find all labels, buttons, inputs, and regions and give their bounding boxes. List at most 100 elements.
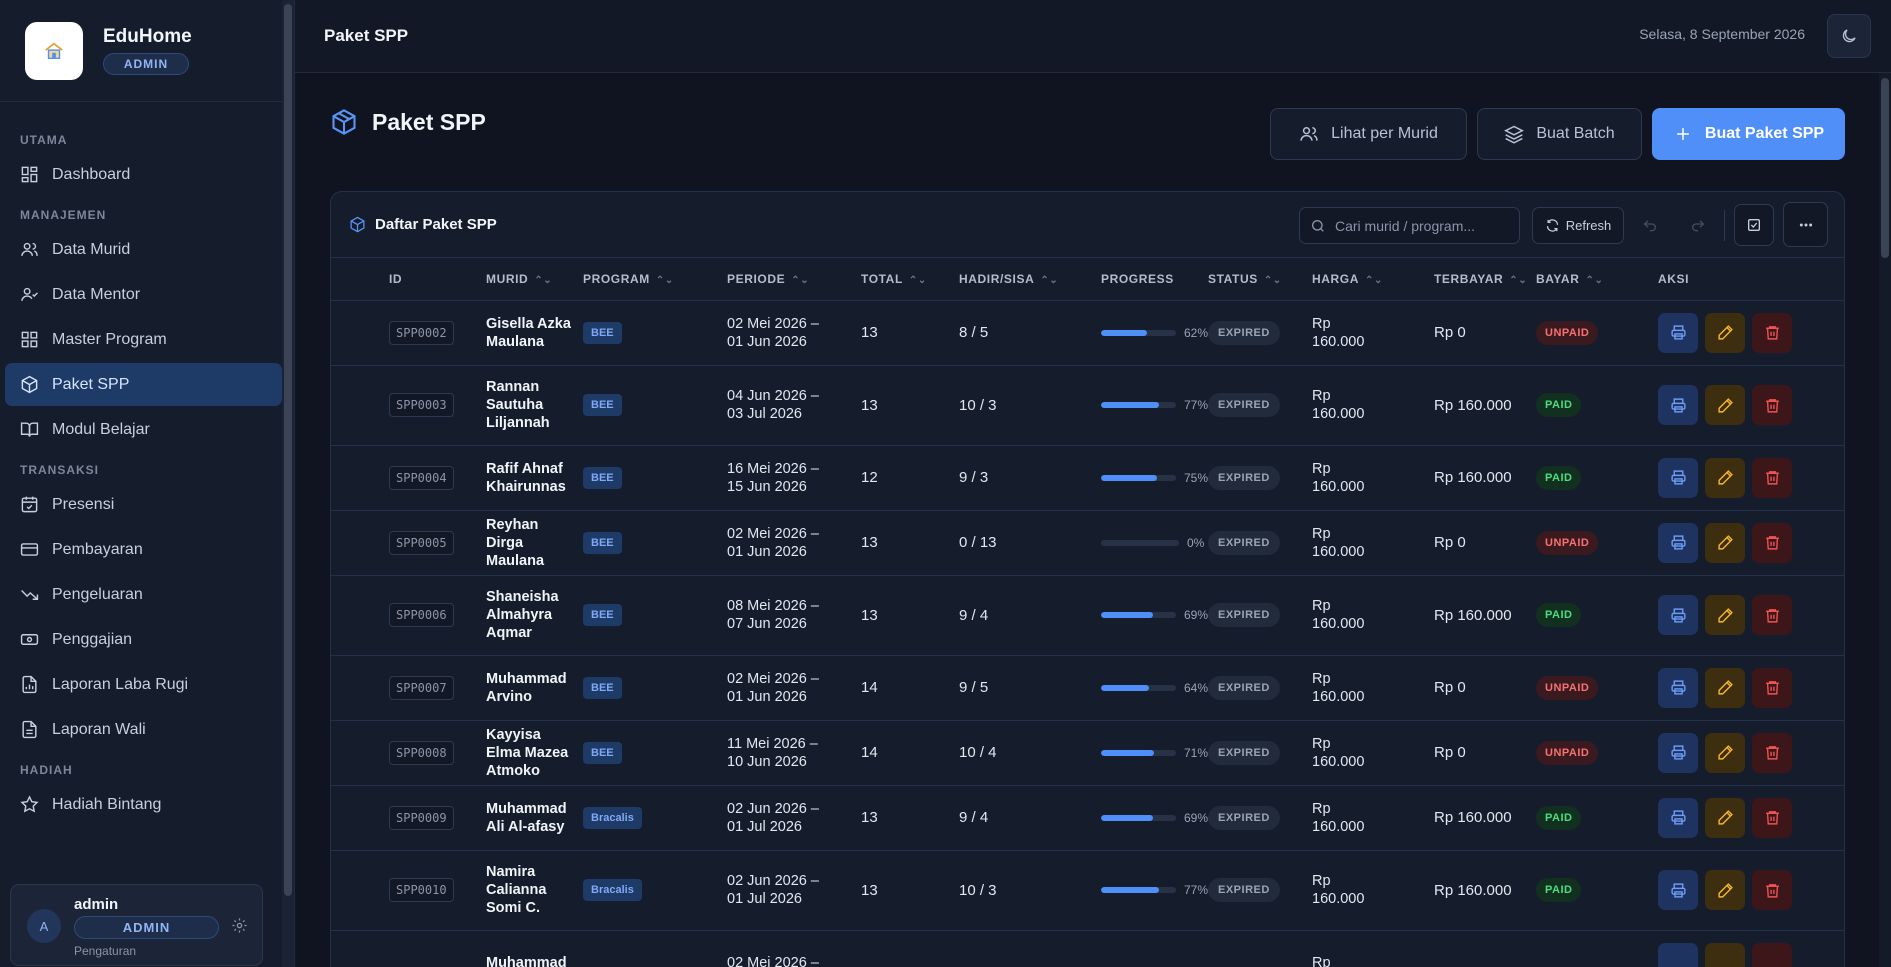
sidebar-item-dashboard[interactable]: Dashboard: [5, 153, 282, 196]
student-name[interactable]: Muhammad Arvino: [486, 655, 583, 721]
sidebar-item-data-mentor[interactable]: Data Mentor: [5, 273, 282, 316]
redo-button[interactable]: [1679, 207, 1717, 244]
settings-link[interactable]: Pengaturan: [74, 944, 136, 958]
undo-button[interactable]: [1631, 207, 1669, 244]
main-scroll-thumb[interactable]: [1881, 78, 1889, 258]
table-row[interactable]: SPP0004 Rafif Ahnaf Khairunnas BEE 16 Mei 2…: [331, 445, 1844, 511]
edit-button[interactable]: [1705, 595, 1745, 635]
table-row[interactable]: SPP0002 Gisella Azka Maulana BEE 02 Mei 202…: [331, 300, 1844, 366]
sidebar-item-pembayaran[interactable]: Pembayaran: [5, 528, 282, 571]
select-mode-button[interactable]: [1734, 204, 1774, 246]
student-name[interactable]: Kayyisa Elma Mazea Atmoko: [486, 720, 583, 786]
print-button[interactable]: [1658, 797, 1698, 838]
student-name[interactable]: Muhammad: [486, 930, 583, 967]
price-text: Rp 160.000: [1312, 598, 1365, 632]
delete-button[interactable]: [1752, 312, 1792, 353]
edit-button[interactable]: [1705, 870, 1745, 910]
print-button[interactable]: [1658, 667, 1698, 708]
sidebar-item-master-program[interactable]: Master Program: [5, 318, 282, 361]
column-header-terbayar[interactable]: TERBAYAR ⌃⌄: [1434, 258, 1536, 301]
sidebar-item-pengeluaran[interactable]: Pengeluaran: [5, 573, 282, 616]
sidebar-item-label: Laporan Wali: [52, 720, 146, 738]
table-row[interactable]: SPP0007 Muhammad Arvino BEE 02 Mei 2026 – 0…: [331, 655, 1844, 721]
column-header-hadir-sisa[interactable]: HADIR/SISA ⌃⌄: [959, 258, 1101, 301]
student-name[interactable]: Namira Calianna Somi C.: [486, 850, 583, 931]
printer-icon: [1670, 680, 1686, 695]
column-header-murid[interactable]: MURID ⌃⌄: [486, 258, 583, 301]
column-header-total[interactable]: TOTAL ⌃⌄: [861, 258, 959, 301]
gear-icon[interactable]: [231, 917, 248, 934]
printer-icon: [1670, 325, 1686, 340]
sidebar-item-penggajian[interactable]: Penggajian: [5, 618, 282, 661]
delete-button[interactable]: [1752, 797, 1792, 838]
student-name[interactable]: Rannan Sautuha Liljannah: [486, 365, 583, 446]
student-name[interactable]: Reyhan Dirga Maulana: [486, 510, 583, 576]
theme-toggle-button[interactable]: [1827, 14, 1871, 58]
edit-button[interactable]: [1705, 667, 1745, 708]
view-per-student-button[interactable]: Lihat per Murid: [1270, 108, 1467, 160]
table-row[interactable]: SPP0006 Shaneisha Almahyra Aqmar BEE 08 Mei…: [331, 575, 1844, 656]
column-header-label: AKSI: [1658, 271, 1690, 286]
delete-button[interactable]: [1752, 732, 1792, 773]
edit-button[interactable]: [1705, 797, 1745, 838]
table-row[interactable]: Muhammad 02 Mei 2026 – Rp: [331, 930, 1844, 967]
search-input[interactable]: [1335, 217, 1515, 234]
sidebar-item-laporan-laba-rugi[interactable]: Laporan Laba Rugi: [5, 663, 282, 706]
create-batch-button[interactable]: Buat Batch: [1477, 108, 1642, 160]
edit-button[interactable]: [1705, 457, 1745, 498]
delete-button[interactable]: [1752, 942, 1792, 967]
sidebar-item-label: Penggajian: [52, 630, 133, 648]
sidebar-item-laporan-wali[interactable]: Laporan Wali: [5, 708, 282, 751]
print-button[interactable]: [1658, 385, 1698, 425]
student-name[interactable]: Muhammad Ali Al-afasy: [486, 785, 583, 851]
table-row[interactable]: SPP0008 Kayyisa Elma Mazea Atmoko BEE 11 Me…: [331, 720, 1844, 786]
column-header-periode[interactable]: PERIODE ⌃⌄: [727, 258, 861, 301]
column-header-program[interactable]: PROGRAM ⌃⌄: [583, 258, 727, 301]
sidebar-item-paket-spp[interactable]: Paket SPP: [5, 363, 282, 406]
table-row[interactable]: SPP0003 Rannan Sautuha Liljannah BEE 04 Jun…: [331, 365, 1844, 446]
table-row[interactable]: SPP0010 Namira Calianna Somi C. Bracalis 02…: [331, 850, 1844, 931]
print-button[interactable]: [1658, 870, 1698, 910]
user-card[interactable]: A admin ADMIN Pengaturan: [10, 884, 263, 966]
column-header-bayar[interactable]: BAYAR ⌃⌄: [1536, 258, 1658, 301]
delete-button[interactable]: [1752, 385, 1792, 425]
print-button[interactable]: [1658, 595, 1698, 635]
print-button[interactable]: [1658, 312, 1698, 353]
table-row[interactable]: SPP0005 Reyhan Dirga Maulana BEE 02 Mei 202…: [331, 510, 1844, 576]
table-row[interactable]: SPP0009 Muhammad Ali Al-afasy Bracalis 02 J…: [331, 785, 1844, 851]
sidebar-scrollbar[interactable]: [282, 0, 294, 967]
edit-button[interactable]: [1705, 522, 1745, 563]
student-name[interactable]: Gisella Azka Maulana: [486, 300, 583, 366]
delete-button[interactable]: [1752, 522, 1792, 563]
student-name[interactable]: Rafif Ahnaf Khairunnas: [486, 445, 583, 511]
more-options-button[interactable]: [1783, 202, 1828, 247]
sidebar-item-hadiah-bintang[interactable]: Hadiah Bintang: [5, 783, 282, 826]
edit-button[interactable]: [1705, 942, 1745, 967]
print-button[interactable]: [1658, 732, 1698, 773]
column-header-status[interactable]: STATUS ⌃⌄: [1208, 258, 1312, 301]
program-badge: BEE: [583, 394, 622, 416]
sidebar-item-data-murid[interactable]: Data Murid: [5, 228, 282, 271]
payment-status-badge: PAID: [1536, 603, 1582, 627]
sidebar-item-modul-belajar[interactable]: Modul Belajar: [5, 408, 282, 451]
edit-button[interactable]: [1705, 385, 1745, 425]
printer-icon: [1670, 882, 1686, 898]
print-button[interactable]: [1658, 457, 1698, 498]
period-cell: 11 Mei 2026 – 10 Jun 2026: [727, 720, 861, 786]
edit-button[interactable]: [1705, 732, 1745, 773]
main-scrollbar[interactable]: [1879, 73, 1891, 967]
refresh-button[interactable]: Refresh: [1532, 207, 1624, 244]
delete-button[interactable]: [1752, 595, 1792, 635]
edit-button[interactable]: [1705, 312, 1745, 353]
delete-button[interactable]: [1752, 457, 1792, 498]
column-header-harga[interactable]: HARGA ⌃⌄: [1312, 258, 1434, 301]
delete-button[interactable]: [1752, 667, 1792, 708]
delete-button[interactable]: [1752, 870, 1792, 910]
sidebar-scroll-thumb[interactable]: [284, 4, 292, 896]
create-spp-package-button[interactable]: Buat Paket SPP: [1652, 108, 1845, 160]
search-box[interactable]: [1299, 207, 1520, 244]
student-name[interactable]: Shaneisha Almahyra Aqmar: [486, 575, 583, 656]
print-button[interactable]: [1658, 942, 1698, 967]
sidebar-item-presensi[interactable]: Presensi: [5, 483, 282, 526]
print-button[interactable]: [1658, 522, 1698, 563]
